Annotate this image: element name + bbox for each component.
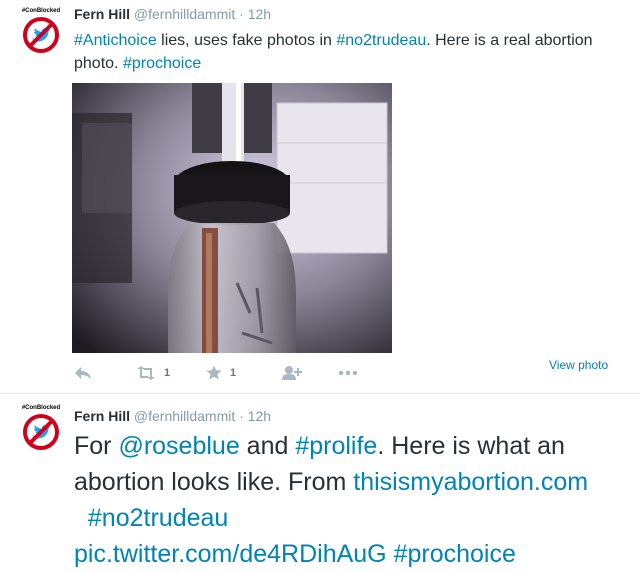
timestamp[interactable]: 12h bbox=[248, 6, 271, 22]
tweet: #ConBlocked Fern Hill @fernhilldammit · … bbox=[0, 0, 640, 393]
retweet-icon bbox=[137, 366, 155, 380]
tweet-photo[interactable] bbox=[72, 83, 392, 353]
twitter-bird-icon bbox=[23, 17, 59, 53]
timestamp[interactable]: 12h bbox=[248, 408, 271, 424]
user-handle[interactable]: @fernhilldammit bbox=[134, 6, 235, 22]
more-button[interactable] bbox=[338, 363, 358, 383]
twitter-bird-icon bbox=[23, 414, 59, 450]
follow-icon bbox=[282, 366, 302, 380]
separator: · bbox=[239, 408, 244, 424]
hashtag-link[interactable]: #Antichoice bbox=[74, 32, 157, 49]
text-segment bbox=[387, 540, 394, 568]
text-segment bbox=[74, 504, 88, 532]
hashtag-link[interactable]: #prochoice bbox=[394, 540, 516, 568]
mention-link[interactable]: @roseblue bbox=[118, 432, 239, 460]
hashtag-link[interactable]: #no2trudeau bbox=[88, 504, 228, 532]
user-handle[interactable]: @fernhilldammit bbox=[134, 408, 235, 424]
user-name[interactable]: Fern Hill bbox=[74, 408, 130, 424]
tweet: #ConBlocked Fern Hill @fernhilldammit · … bbox=[0, 393, 640, 568]
external-link[interactable]: thisismyabortion.com bbox=[353, 468, 588, 496]
favorite-button[interactable]: 1 bbox=[206, 363, 236, 383]
text-segment: For bbox=[74, 432, 119, 460]
follow-button[interactable] bbox=[282, 363, 302, 383]
hashtag-link[interactable]: #prolife bbox=[295, 432, 377, 460]
retweet-button[interactable]: 1 bbox=[136, 363, 170, 383]
avatar-label: #ConBlocked bbox=[21, 8, 61, 14]
user-name[interactable]: Fern Hill bbox=[74, 6, 130, 22]
retweet-count: 1 bbox=[164, 367, 171, 379]
tweet-header: Fern Hill @fernhilldammit · 12h bbox=[74, 6, 271, 22]
more-icon bbox=[338, 370, 358, 376]
pic-link[interactable]: pic.twitter.com/de4RDihAuG bbox=[74, 540, 387, 568]
hashtag-link[interactable]: #no2trudeau bbox=[336, 32, 426, 49]
tweet-actions: 1 1 bbox=[0, 363, 640, 387]
tweet-header: Fern Hill @fernhilldammit · 12h bbox=[74, 408, 271, 424]
reply-icon bbox=[75, 367, 91, 379]
text-segment: and bbox=[239, 432, 296, 460]
separator: · bbox=[239, 6, 244, 22]
avatar[interactable]: #ConBlocked bbox=[18, 405, 64, 451]
jar-photo bbox=[72, 83, 392, 353]
tweet-text: #Antichoice lies, uses fake photos in #n… bbox=[74, 29, 594, 75]
favorite-count: 1 bbox=[230, 367, 237, 379]
tweet-text: For @roseblue and #prolife. Here is what… bbox=[74, 428, 634, 572]
reply-button[interactable] bbox=[74, 363, 92, 383]
avatar-label: #ConBlocked bbox=[21, 405, 61, 411]
favorite-icon bbox=[206, 365, 222, 380]
text-segment: lies, uses fake photos in bbox=[156, 32, 337, 49]
hashtag-link[interactable]: #prochoice bbox=[123, 55, 201, 72]
avatar[interactable]: #ConBlocked bbox=[18, 8, 64, 54]
